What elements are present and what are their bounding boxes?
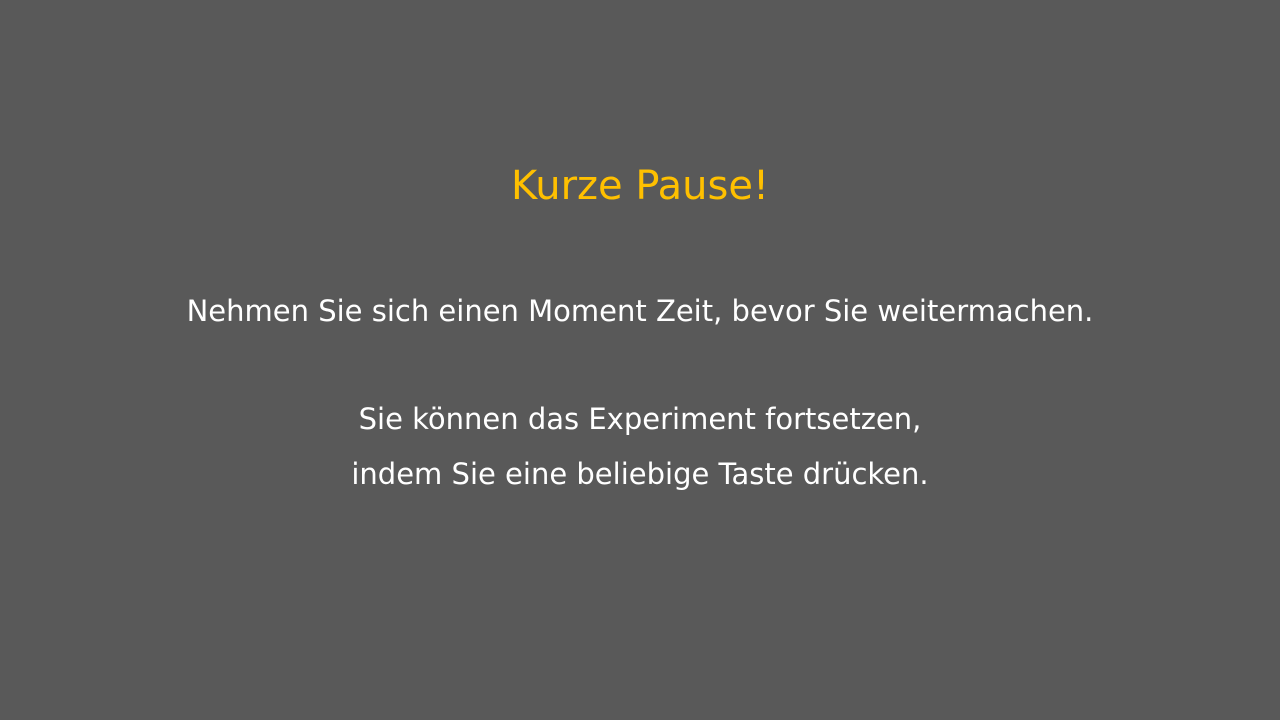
continue-instruction-line-1: Sie können das Experiment fortsetzen, <box>358 402 922 436</box>
continue-instruction-line-2: indem Sie eine beliebige Taste drücken. <box>351 457 929 491</box>
pause-title: Kurze Pause! <box>510 163 770 209</box>
pause-instruction: Nehmen Sie sich einen Moment Zeit, bevor… <box>186 294 1094 328</box>
pause-screen: Kurze Pause! Nehmen Sie sich einen Momen… <box>0 0 1280 720</box>
